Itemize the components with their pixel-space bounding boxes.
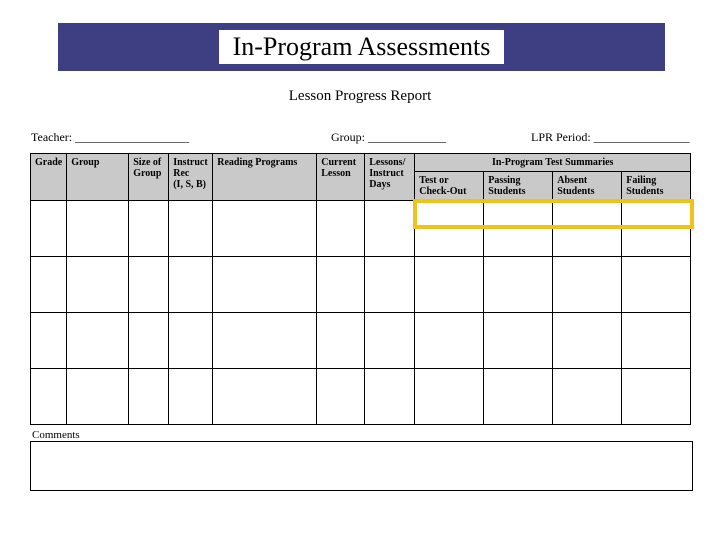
col-grade: Grade (31, 154, 67, 201)
progress-table: Grade Group Size of Group Instruct Rec (… (30, 153, 691, 425)
page-title: In-Program Assessments (219, 30, 505, 64)
col-test: Test or Check-Out (415, 172, 484, 201)
col-instruct: Instruct Rec (I, S, B) (169, 154, 213, 201)
period-field: LPR Period: ________________ (531, 130, 691, 145)
col-passing: Passing Students (484, 172, 553, 201)
comments-box (30, 441, 693, 491)
table-header-row: Grade Group Size of Group Instruct Rec (… (31, 154, 691, 172)
col-current: Current Lesson (317, 154, 365, 201)
table-row (31, 257, 691, 313)
col-group: Group (67, 154, 129, 201)
col-absent: Absent Students (553, 172, 622, 201)
info-row: Teacher: ___________________ Group: ____… (31, 130, 691, 145)
col-failing: Failing Students (622, 172, 691, 201)
col-size: Size of Group (129, 154, 169, 201)
subtitle: Lesson Progress Report (0, 88, 720, 105)
group-field: Group: _____________ (331, 130, 531, 145)
col-summaries: In-Program Test Summaries (415, 154, 691, 172)
col-lessons: Lessons/ Instruct Days (365, 154, 415, 201)
col-reading: Reading Programs (213, 154, 317, 201)
table-row (31, 201, 691, 257)
teacher-field: Teacher: ___________________ (31, 130, 331, 145)
comments-label: Comments (32, 429, 80, 441)
table-row (31, 313, 691, 369)
title-bar: In-Program Assessments (58, 23, 665, 71)
table-row (31, 369, 691, 425)
